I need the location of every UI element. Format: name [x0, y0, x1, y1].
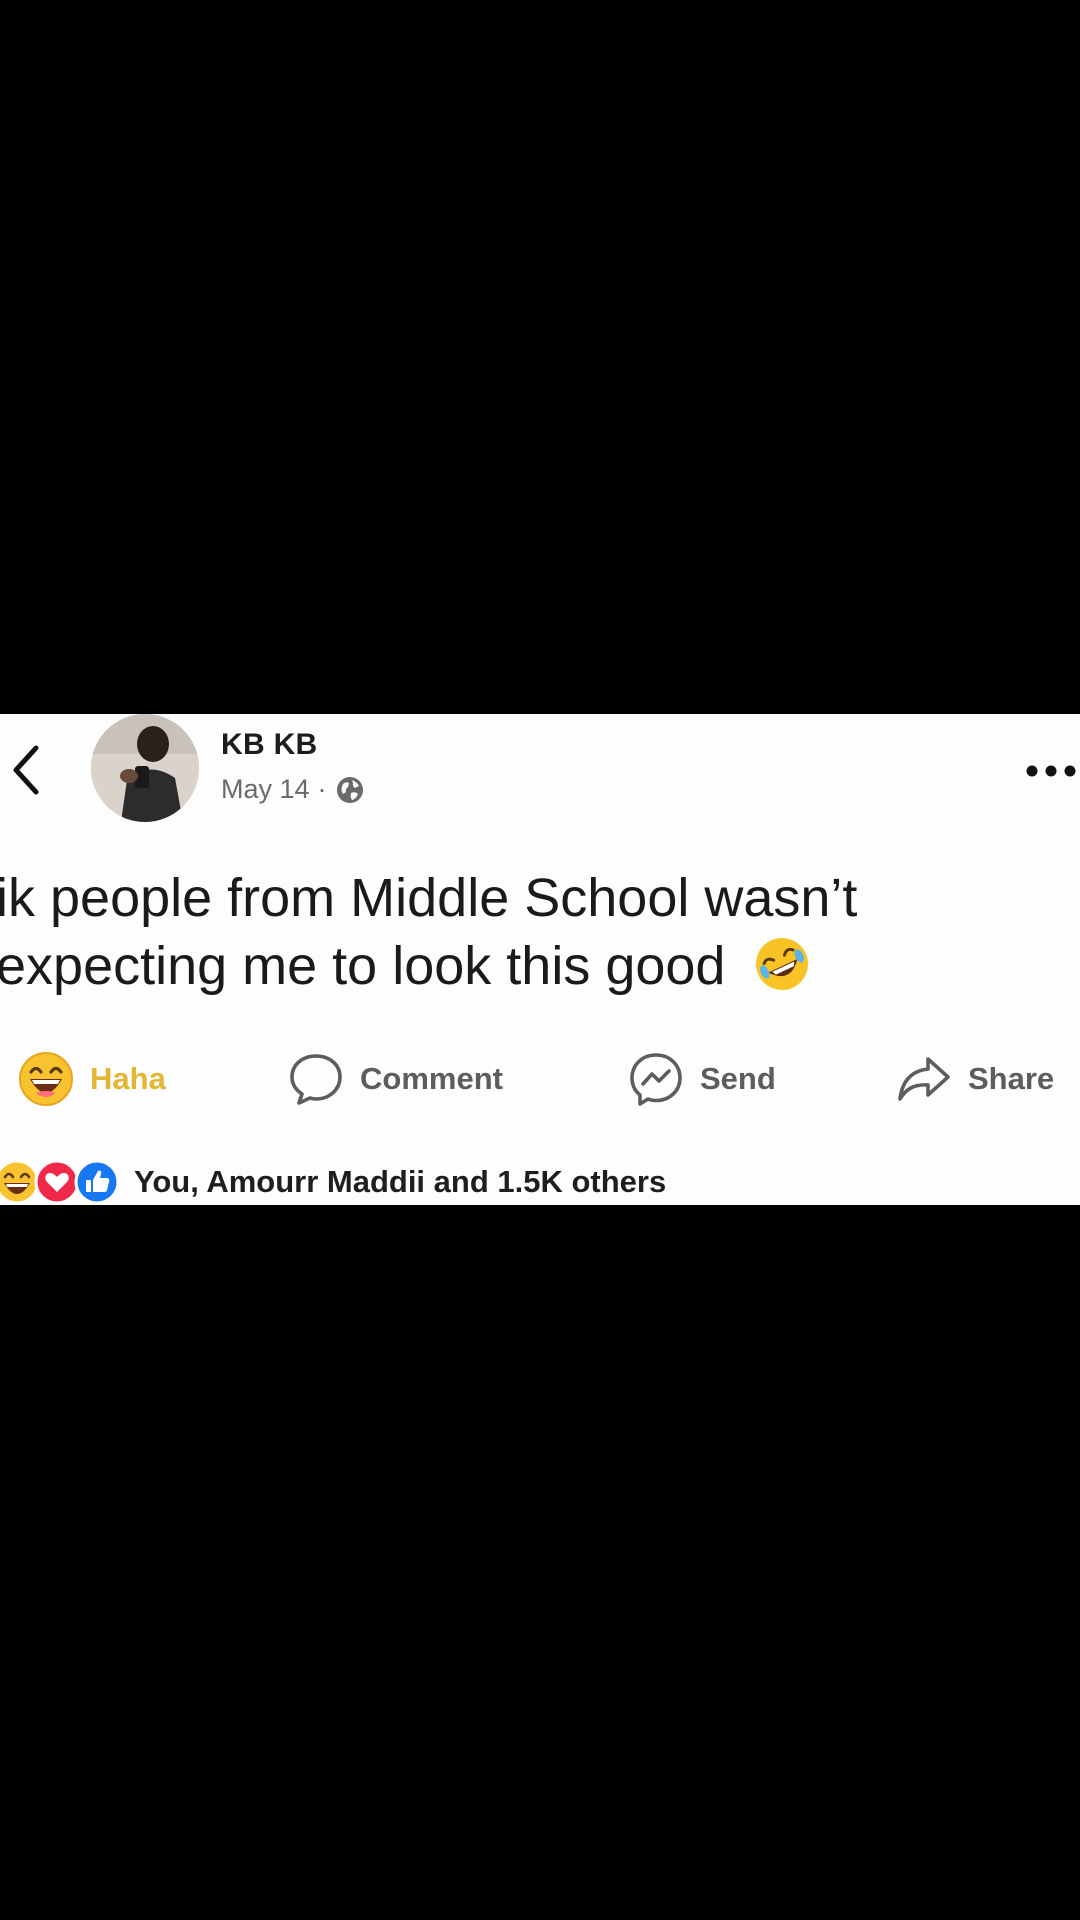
haha-emoji-icon	[19, 1052, 73, 1106]
like-icon	[74, 1159, 120, 1205]
send-label: Send	[700, 1061, 776, 1096]
post-card: KB KB May 14 · ik people from Middle Sch…	[0, 714, 1080, 1205]
post-date[interactable]: May 14	[221, 774, 310, 805]
comment-button[interactable]: Comment	[288, 1044, 503, 1114]
reactions-text: You, Amourr Maddii and 1.5K others	[134, 1164, 667, 1199]
post-text: ik people from Middle School wasn’t expe…	[0, 864, 1076, 1000]
author-name[interactable]: KB KB	[221, 728, 318, 762]
share-button[interactable]: Share	[896, 1044, 1054, 1114]
screen: KB KB May 14 · ik people from Middle Sch…	[0, 0, 1080, 1920]
more-options-button[interactable]	[1024, 756, 1078, 786]
share-label: Share	[968, 1061, 1055, 1096]
globe-icon	[336, 776, 363, 803]
more-dots-icon	[1026, 765, 1076, 777]
post-text-line: ik people from Middle School wasn’t	[0, 868, 858, 928]
action-bar: Haha Comment Send Share	[0, 1044, 1080, 1114]
comment-bubble-icon	[290, 1054, 342, 1105]
reactions-summary[interactable]: You, Amourr Maddii and 1.5K others	[0, 1154, 666, 1205]
comment-label: Comment	[360, 1061, 503, 1096]
avatar[interactable]	[91, 714, 199, 822]
post-text-line: expecting me to look this good	[0, 932, 1076, 1000]
messenger-icon	[630, 1053, 682, 1106]
send-button[interactable]: Send	[628, 1044, 776, 1114]
haha-label: Haha	[90, 1061, 166, 1096]
avatar-photo	[91, 714, 199, 822]
haha-reaction-button[interactable]: Haha	[18, 1044, 166, 1114]
meta-separator: ·	[317, 774, 327, 804]
post-text-line-2: expecting me to look this good	[0, 936, 726, 996]
back-button[interactable]	[6, 740, 50, 800]
share-arrow-icon	[898, 1057, 950, 1101]
reaction-icons	[0, 1159, 126, 1205]
rolling-laughing-emoji-icon	[756, 938, 809, 990]
chevron-left-icon	[13, 745, 39, 795]
post-meta: May 14 ·	[221, 774, 365, 805]
